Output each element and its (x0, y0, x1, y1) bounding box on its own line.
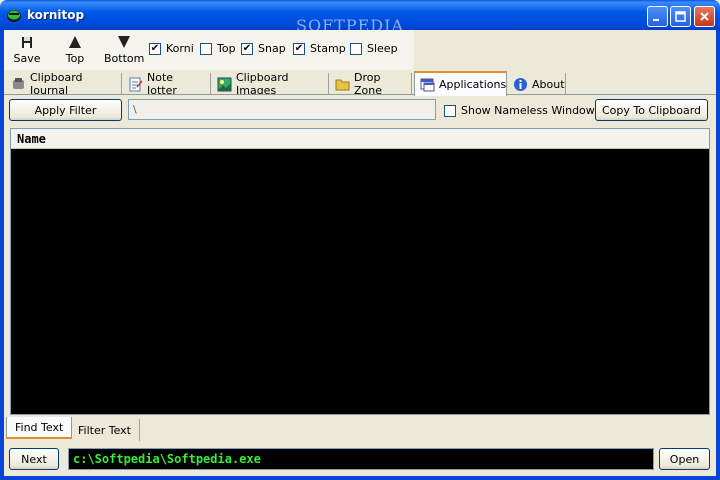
clipboard-journal-icon (13, 77, 24, 89)
snap-label: Snap (258, 42, 286, 55)
show-nameless-windows-checkbox[interactable]: Show Nameless Windows (444, 104, 601, 117)
top-checkbox-label: Top (217, 42, 236, 55)
snap-checkbox[interactable]: ✔ Snap (241, 42, 286, 55)
applications-panel: Apply Filter \ Show Nameless Windows Cop… (4, 94, 716, 416)
show-nameless-label: Show Nameless Windows (461, 104, 601, 117)
tab-note-jotter[interactable]: Note Jotter (123, 71, 211, 97)
tab-applications-label: Applications (439, 78, 507, 91)
next-button[interactable]: Next (9, 448, 59, 470)
top-checkbox[interactable]: Top (200, 42, 236, 55)
close-icon (700, 12, 709, 21)
tab-about[interactable]: About (508, 73, 566, 95)
name-column-header[interactable]: Name (11, 129, 709, 149)
window-frame-bottom (0, 476, 720, 480)
window-title: kornitop (27, 8, 85, 22)
maximize-button[interactable] (670, 6, 691, 27)
korni-label: Korni (166, 42, 194, 55)
save-label: Save (13, 52, 41, 65)
kornitop-app-icon (7, 10, 21, 22)
save-button[interactable]: Save (12, 34, 42, 65)
tab-applications[interactable]: Applications (414, 71, 507, 96)
maximize-icon (675, 11, 686, 22)
save-icon (22, 37, 32, 48)
snap-check-mark: ✔ (241, 42, 253, 55)
tab-filter-text[interactable]: Filter Text (70, 419, 140, 441)
stamp-checkbox[interactable]: ✔ Stamp (293, 42, 346, 55)
toolbar: Save Top Bottom ✔ Korni Top ✔ Snap ✔ Sta… (4, 30, 414, 70)
korni-checkbox[interactable]: ✔ Korni (149, 42, 194, 55)
bottom-tabs: Find Text Filter Text (4, 417, 716, 441)
sleep-label: Sleep (367, 42, 398, 55)
main-tabs: Clipboard Journal Note Jotter Clipboard … (4, 71, 716, 97)
tab-find-text[interactable]: Find Text (6, 417, 73, 439)
stamp-check-mark: ✔ (293, 42, 305, 55)
korni-check-mark: ✔ (149, 42, 161, 55)
apply-filter-button[interactable]: Apply Filter (9, 99, 122, 121)
close-button[interactable] (694, 6, 715, 27)
filter-input[interactable]: \ (128, 99, 436, 120)
info-icon (514, 77, 527, 91)
open-button[interactable]: Open (659, 448, 710, 470)
top-button[interactable]: Top (60, 34, 90, 65)
applications-icon (420, 78, 435, 92)
stamp-label: Stamp (310, 42, 346, 55)
top-label: Top (65, 52, 85, 65)
image-icon (217, 77, 232, 91)
tab-clipboard-journal[interactable]: Clipboard Journal (6, 71, 122, 97)
applications-list[interactable]: Name (10, 128, 710, 415)
path-field[interactable]: c:\Softpedia\Softpedia.exe (68, 448, 654, 470)
copy-to-clipboard-button[interactable]: Copy To Clipboard (595, 99, 708, 121)
minimize-button[interactable] (647, 6, 668, 27)
title-bar[interactable]: kornitop SOFTPEDIA (0, 0, 720, 35)
tab-about-label: About (532, 77, 565, 91)
sleep-check-mark (350, 42, 362, 55)
arrow-down-icon (118, 36, 130, 48)
sleep-checkbox[interactable]: Sleep (350, 42, 398, 55)
tab-drop-zone[interactable]: Drop Zone (330, 71, 412, 97)
minimize-icon (653, 19, 659, 21)
tab-clipboard-images[interactable]: Clipboard Images (212, 71, 329, 97)
note-icon (129, 77, 143, 91)
bottom-label: Bottom (104, 52, 145, 65)
window-frame-right (716, 30, 720, 480)
find-row: Next c:\Softpedia\Softpedia.exe Open (4, 443, 716, 476)
top-check-mark (200, 42, 212, 55)
bottom-button[interactable]: Bottom (104, 34, 144, 65)
arrow-up-icon (69, 36, 81, 48)
folder-icon (335, 79, 350, 90)
show-nameless-check-mark (444, 104, 456, 117)
